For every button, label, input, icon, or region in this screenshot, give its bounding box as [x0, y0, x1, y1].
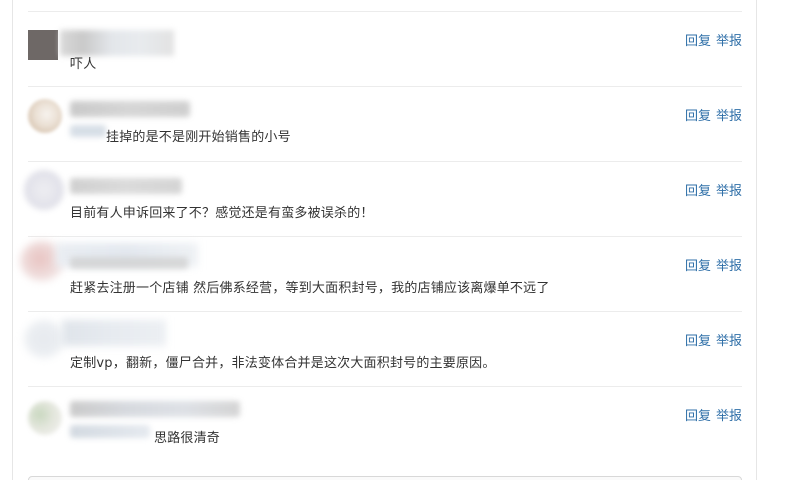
redacted-username: [62, 320, 166, 346]
comment-text: 吓人: [70, 57, 97, 72]
comment-actions: 回复 举报: [685, 405, 742, 424]
redacted-username: [70, 101, 190, 117]
report-link[interactable]: 举报: [716, 109, 742, 124]
reply-link[interactable]: 回复: [685, 184, 711, 199]
reply-link[interactable]: 回复: [685, 259, 711, 274]
comment-list: 吓人 回复 举报 挂掉的是不是刚开始销售的小号 回复 举报 目前有人申诉回来了不？感…: [20, 11, 742, 461]
comment-text: 思路很清奇: [154, 431, 221, 446]
redacted-mention: [70, 125, 106, 137]
redacted-mention: [70, 425, 150, 438]
comment-text: 挂掉的是不是刚开始销售的小号: [106, 130, 291, 145]
reply-link[interactable]: 回复: [685, 334, 711, 349]
avatar[interactable]: [24, 320, 64, 358]
report-link[interactable]: 举报: [716, 184, 742, 199]
comment-item: 挂掉的是不是刚开始销售的小号 回复 举报: [28, 86, 742, 161]
report-link[interactable]: 举报: [716, 34, 742, 49]
comment-actions: 回复 举报: [685, 180, 742, 199]
comment-text: 赶紧去注册一个店铺 然后佛系经营，等到大面积封号，我的店铺应该离爆单不远了: [70, 281, 550, 296]
report-link[interactable]: 举报: [716, 259, 742, 274]
reply-link[interactable]: 回复: [685, 109, 711, 124]
report-link[interactable]: 举报: [716, 334, 742, 349]
comment-item: 赶紧去注册一个店铺 然后佛系经营，等到大面积封号，我的店铺应该离爆单不远了 回复…: [20, 236, 742, 311]
reply-link[interactable]: 回复: [685, 34, 711, 49]
comment-text: 目前有人申诉回来了不？感觉还是有蛮多被误杀的！: [70, 206, 374, 221]
comment-item: 定制vp，翻新，僵尸合并，非法变体合并是这次大面积封号的主要原因。 回复 举报: [24, 311, 742, 386]
comment-item: 思路很清奇 回复 举报: [28, 386, 742, 461]
avatar[interactable]: [28, 99, 62, 133]
redacted-username: [70, 178, 182, 194]
comment-item: 吓人 回复 举报: [28, 11, 742, 86]
redacted-meta: [70, 257, 188, 269]
comment-actions: 回复 举报: [685, 105, 742, 124]
comment-actions: 回复 举报: [685, 255, 742, 274]
redacted-username: [70, 401, 240, 417]
report-link[interactable]: 举报: [716, 409, 742, 424]
comment-actions: 回复 举报: [685, 330, 742, 349]
page: 吓人 回复 举报 挂掉的是不是刚开始销售的小号 回复 举报 目前有人申诉回来了不？感…: [0, 0, 805, 480]
avatar[interactable]: [28, 30, 58, 60]
comment-input-box[interactable]: [28, 476, 742, 480]
comment-item: 目前有人申诉回来了不？感觉还是有蛮多被误杀的！ 回复 举报: [24, 161, 742, 236]
avatar[interactable]: [24, 170, 64, 210]
avatar[interactable]: [28, 401, 62, 435]
reply-link[interactable]: 回复: [685, 409, 711, 424]
comment-text: 定制vp，翻新，僵尸合并，非法变体合并是这次大面积封号的主要原因。: [70, 356, 496, 371]
comment-actions: 回复 举报: [685, 30, 742, 49]
